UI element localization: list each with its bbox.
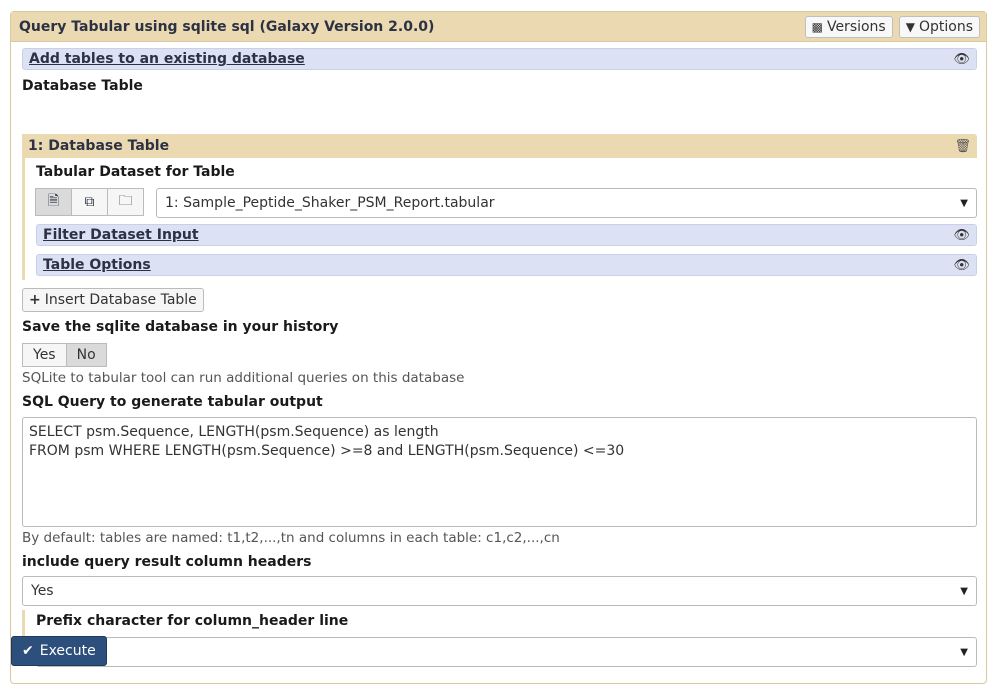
database-table-heading: Database Table <box>22 78 143 94</box>
dataset-source-group: 🗎 ⧉ 🗀 <box>35 188 144 216</box>
filter-dataset-section[interactable]: Filter Dataset Input 👁 <box>36 224 977 246</box>
sql-query-label: SQL Query to generate tabular output <box>22 394 323 410</box>
prefix-label: Prefix character for column_header line <box>36 613 349 629</box>
save-db-no[interactable]: No <box>65 343 107 367</box>
dataset-label: Tabular Dataset for Table <box>36 164 235 180</box>
eye-slash-icon[interactable]: 👁 <box>953 258 970 273</box>
tool-header: Query Tabular using sqlite sql (Galaxy V… <box>11 12 986 42</box>
cubes-icon: ▩ <box>811 19 823 34</box>
files-icon: ⧉ <box>84 194 95 210</box>
sql-query-textarea[interactable] <box>22 417 977 527</box>
file-icon: 🗎 <box>47 193 60 209</box>
save-db-yes[interactable]: Yes <box>22 343 67 367</box>
tool-title: Query Tabular using sqlite sql (Galaxy V… <box>19 18 435 35</box>
check-icon: ✔ <box>22 643 34 659</box>
add-tables-label: Add tables to an existing database <box>29 51 305 67</box>
collection-button[interactable]: 🗀 <box>107 188 144 216</box>
insert-database-table-button[interactable]: + Insert Database Table <box>22 288 204 312</box>
multiple-datasets-button[interactable]: ⧉ <box>71 188 108 216</box>
save-db-help: SQLite to tabular tool can run additiona… <box>22 370 465 386</box>
options-button[interactable]: ▼ Options <box>898 15 980 38</box>
headers-select[interactable]: Yes ▼ <box>22 576 977 606</box>
prefix-select[interactable]: # ▼ <box>36 637 977 667</box>
prefix-value: # <box>45 644 960 660</box>
versions-label: Versions <box>826 18 886 35</box>
execute-button[interactable]: ✔ Execute <box>11 636 107 666</box>
tool-form: Query Tabular using sqlite sql (Galaxy V… <box>10 11 987 684</box>
execute-label: Execute <box>39 643 96 659</box>
dataset-value: 1: Sample_Peptide_Shaker_PSM_Report.tabu… <box>165 195 495 211</box>
options-label: Options <box>918 18 973 35</box>
caret-down-icon: ▼ <box>905 19 915 34</box>
table-options-label: Table Options <box>43 257 151 273</box>
headers-label: include query result column headers <box>22 554 312 570</box>
dataset-select[interactable]: 1: Sample_Peptide_Shaker_PSM_Report.tabu… <box>156 188 977 218</box>
folder-icon: 🗀 <box>118 193 133 209</box>
eye-slash-icon[interactable]: 👁 <box>953 228 970 243</box>
sql-query-help: By default: tables are named: t1,t2,...,… <box>22 530 560 546</box>
save-db-label: Save the sqlite database in your history <box>22 319 339 335</box>
save-db-toggle: Yes No <box>22 343 107 367</box>
single-dataset-button[interactable]: 🗎 <box>35 188 72 216</box>
caret-down-icon: ▼ <box>960 585 968 597</box>
repeat-title: 1: Database Table <box>28 138 170 154</box>
add-tables-section[interactable]: Add tables to an existing database 👁 <box>22 48 977 70</box>
versions-button[interactable]: ▩ Versions <box>804 15 893 38</box>
trash-icon[interactable]: 🗑 <box>954 139 971 154</box>
plus-icon: + <box>29 292 41 308</box>
headers-value: Yes <box>31 583 54 599</box>
table-options-section[interactable]: Table Options 👁 <box>36 254 977 276</box>
filter-dataset-label: Filter Dataset Input <box>43 227 199 243</box>
insert-label: Insert Database Table <box>44 292 197 308</box>
eye-slash-icon[interactable]: 👁 <box>953 52 970 67</box>
caret-down-icon: ▼ <box>960 197 968 209</box>
repeat-header: 1: Database Table 🗑 <box>22 134 977 158</box>
caret-down-icon: ▼ <box>960 646 968 658</box>
